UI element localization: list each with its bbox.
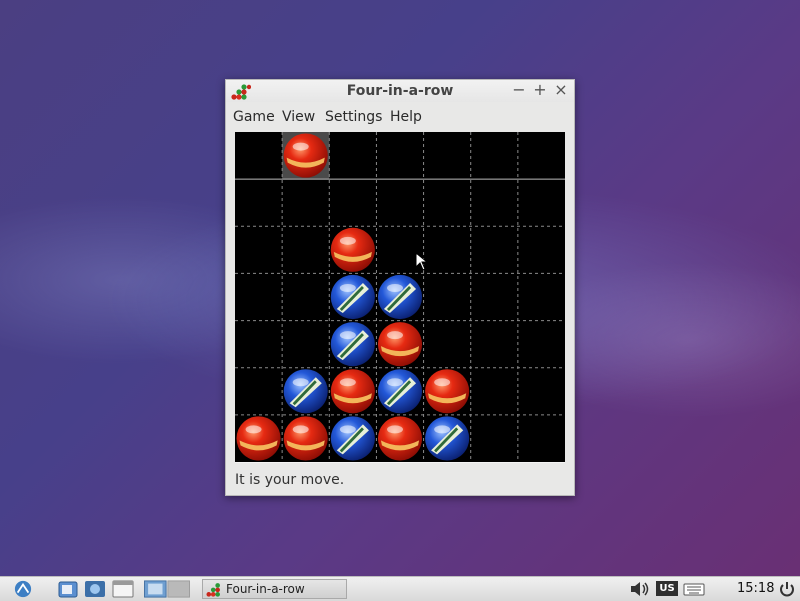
clock: 15:18 — [737, 581, 775, 596]
blue-piece — [330, 322, 375, 367]
red-piece — [377, 416, 423, 461]
red-piece — [377, 322, 423, 367]
game-window: Four-in-a-row − + × Game View Settings H… — [225, 79, 575, 496]
four-in-a-row-icon — [206, 583, 220, 597]
red-piece — [425, 369, 470, 414]
title-bar[interactable]: Four-in-a-row − + × — [226, 80, 574, 102]
taskbar-task-four-in-a-row[interactable]: Four-in-a-row — [202, 579, 347, 599]
game-board[interactable] — [235, 132, 565, 462]
menu-help[interactable]: Help — [390, 109, 422, 125]
volume-icon[interactable] — [629, 580, 651, 598]
close-button[interactable]: × — [552, 81, 570, 99]
keyboard-layout-indicator[interactable]: US — [656, 581, 678, 596]
power-icon[interactable] — [778, 580, 796, 598]
red-piece — [236, 416, 281, 461]
terminal-icon[interactable] — [112, 580, 134, 598]
blue-piece — [377, 369, 423, 414]
start-menu-icon[interactable] — [8, 580, 38, 598]
minimize-button[interactable]: − — [510, 81, 528, 99]
taskbar-task-label: Four-in-a-row — [226, 582, 305, 596]
file-manager-icon[interactable] — [58, 580, 78, 598]
red-piece — [330, 227, 375, 272]
red-piece — [283, 416, 328, 461]
browser-icon[interactable] — [84, 580, 106, 598]
mouse-pointer-icon — [415, 252, 429, 271]
maximize-button[interactable]: + — [531, 81, 549, 99]
board-frame — [235, 132, 565, 463]
menu-settings[interactable]: Settings — [325, 109, 382, 125]
keyboard-icon[interactable] — [683, 580, 705, 598]
menu-bar: Game View Settings Help — [226, 104, 574, 130]
blue-piece — [377, 274, 423, 320]
menu-game[interactable]: Game — [233, 109, 275, 125]
blue-piece — [283, 369, 328, 414]
status-message: It is your move. — [235, 472, 345, 488]
blue-piece — [425, 416, 470, 461]
red-piece — [283, 133, 328, 178]
taskbar: Four-in-a-row US 15:18 — [0, 576, 800, 601]
blue-piece — [330, 274, 375, 320]
workspace-switcher[interactable] — [141, 580, 193, 598]
menu-view[interactable]: View — [282, 109, 315, 125]
blue-piece — [330, 416, 375, 461]
red-piece — [330, 369, 375, 414]
